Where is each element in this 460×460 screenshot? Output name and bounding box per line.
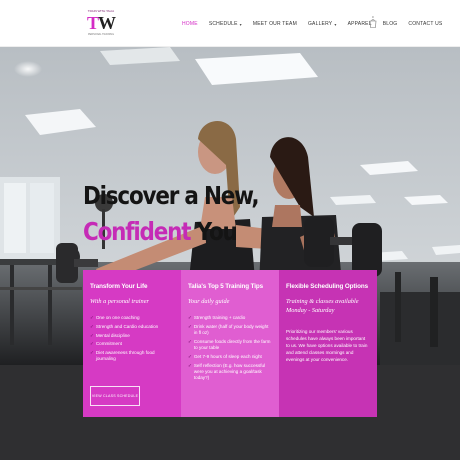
card-flexible-scheduling: Flexible Scheduling Options Training & c… xyxy=(279,270,377,417)
nav-label: MEET OUR TEAM xyxy=(252,21,297,27)
logo-mark: TW xyxy=(87,13,116,34)
hero-headline-line-2: Confident You xyxy=(83,217,238,246)
hero-headline-rest: You xyxy=(190,217,238,246)
card-title: Transform Your Life xyxy=(90,283,148,290)
logo-mark-b: W xyxy=(98,13,116,33)
checkmark-icon: ✓ xyxy=(90,315,94,320)
checkmark-icon: ✓ xyxy=(90,332,94,338)
list-item: ✓ Strength training + cardio xyxy=(188,315,272,321)
list-item: ✓ Self reflection (E.g. how successful we… xyxy=(188,363,272,382)
cart-icon[interactable]: 0 xyxy=(369,15,377,28)
list-item: ✓ Commitment xyxy=(90,341,174,347)
main-nav: HOME SCHEDULE ▾ MEET OUR TEAM GALLERY ▾ AP… xyxy=(182,19,453,29)
checkmark-icon: ✓ xyxy=(188,353,192,359)
hero-headline-accent: Confident xyxy=(83,217,192,246)
list-item-text: Strength training + cardio xyxy=(193,315,246,320)
card-top-training-tips: Talia's Top 5 Training Tips Your daily g… xyxy=(181,270,279,417)
nav-label: BLOG xyxy=(382,21,398,27)
card-body-text: Prioritizing our members' various schedu… xyxy=(286,329,368,362)
checkmark-icon: ✓ xyxy=(90,323,94,329)
view-class-schedule-button[interactable]: VIEW CLASS SCHEDULE xyxy=(90,386,140,406)
list-item: ✓ Get 7-9 hours of sleep each night xyxy=(188,354,272,360)
cart-count: 0 xyxy=(372,15,374,19)
card-subtitle: Your daily guide xyxy=(188,298,230,305)
nav-item-home[interactable]: HOME xyxy=(182,21,198,27)
nav-label: CONTACT US xyxy=(408,21,443,27)
chevron-down-icon: ▾ xyxy=(239,21,242,27)
checkmark-icon: ✓ xyxy=(90,350,94,356)
checkmark-icon: ✓ xyxy=(90,341,94,347)
card-subtitle: Training & classes available Monday - Sa… xyxy=(286,298,359,314)
list-item: ✓ One on one coaching xyxy=(90,315,174,321)
card-title: Talia's Top 5 Training Tips xyxy=(188,283,264,290)
checkmark-icon: ✓ xyxy=(188,315,192,320)
list-item: ✓ Drink water (half of your body weight i… xyxy=(188,324,272,336)
card-list: ✓ One on one coaching ✓ Strength and Cardi… xyxy=(90,315,174,363)
list-item: ✓ Strength and Cardio education xyxy=(90,324,174,330)
logo[interactable]: TRAIN WITH TALIA TW PERSONAL TRAINING xyxy=(84,9,118,37)
list-item: ✓ Consume foods directly from the farm to… xyxy=(188,339,272,351)
nav-label: SCHEDULE xyxy=(208,21,238,27)
list-item-text: One on one coaching xyxy=(95,315,140,320)
nav-label: GALLERY xyxy=(307,21,333,27)
list-item-text: Commitment xyxy=(95,341,122,347)
hero-headline-line-1: Discover a New, xyxy=(83,181,260,210)
nav-item-schedule[interactable]: SCHEDULE ▾ xyxy=(209,21,242,27)
card-list: ✓ Strength training + cardio ✓ Drink water… xyxy=(188,315,272,381)
checkmark-icon: ✓ xyxy=(188,362,192,368)
list-item-text: Strength and Cardio education xyxy=(95,323,159,329)
checkmark-icon: ✓ xyxy=(188,323,192,329)
list-item-text: Self reflection (E.g. how successful wer… xyxy=(193,362,266,380)
nav-item-gallery[interactable]: GALLERY ▾ xyxy=(308,21,337,27)
nav-item-contact-us[interactable]: CONTACT US xyxy=(408,21,442,27)
nav-item-meet-our-team[interactable]: MEET OUR TEAM xyxy=(253,21,297,27)
card-transform-your-life: Transform Your Life With a personal trai… xyxy=(83,270,181,417)
list-item-text: Drink water (half of your body weight in… xyxy=(193,323,269,335)
logo-tagline-bottom: PERSONAL TRAINING xyxy=(87,33,115,36)
list-item: ✓ Diet awareness through food journaling xyxy=(90,350,174,362)
logo-mark-a: T xyxy=(87,13,99,33)
list-item-text: Consume foods directly from the farm to … xyxy=(193,338,271,350)
list-item: ✓ Mental discipline xyxy=(90,333,174,339)
list-item-text: Mental discipline xyxy=(95,332,130,338)
nav-item-blog[interactable]: BLOG xyxy=(383,21,398,27)
list-item-text: Diet awareness through food journaling xyxy=(95,350,155,362)
card-title: Flexible Scheduling Options xyxy=(286,283,368,290)
card-subtitle: With a personal trainer xyxy=(90,298,149,305)
list-item-text: Get 7-9 hours of sleep each night xyxy=(193,353,262,359)
site-header: TRAIN WITH TALIA TW PERSONAL TRAINING HO… xyxy=(0,0,460,47)
checkmark-icon: ✓ xyxy=(188,338,192,344)
chevron-down-icon: ▾ xyxy=(334,21,337,27)
nav-label: HOME xyxy=(182,21,198,27)
